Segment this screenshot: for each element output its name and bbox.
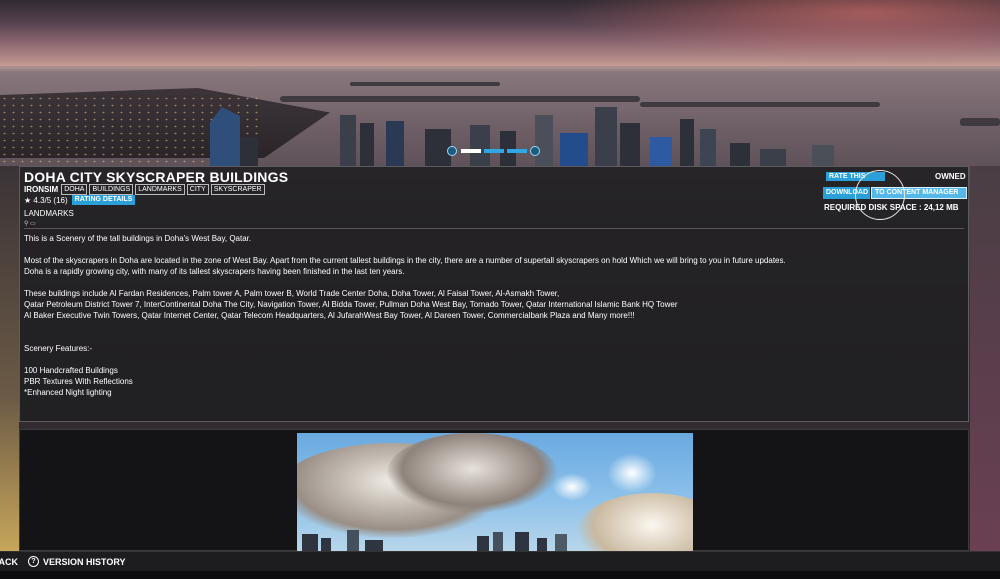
- features-heading: Scenery Features:-: [24, 344, 93, 353]
- cloud: [577, 493, 693, 552]
- description-buildings: Qatar Petroleum District Tower 7, InterC…: [24, 300, 678, 309]
- background-right: [970, 166, 1000, 551]
- island: [350, 82, 500, 86]
- tower: [535, 115, 553, 167]
- description-buildings: These buildings include Al Fardan Reside…: [24, 289, 560, 298]
- feature-item: *Enhanced Night lighting: [24, 388, 112, 397]
- tower: [210, 107, 240, 167]
- screenshot-gallery: [19, 429, 969, 552]
- product-title: DOHA CITY SKYSCRAPER BUILDINGS: [24, 169, 289, 185]
- gallery-building: [302, 534, 318, 552]
- tower: [360, 123, 374, 167]
- gallery-building: [347, 530, 359, 552]
- tower: [595, 107, 617, 167]
- gallery-building: [537, 538, 547, 552]
- gallery-building: [555, 534, 567, 552]
- tower: [240, 137, 258, 167]
- cloud: [552, 473, 592, 501]
- skyline: [200, 95, 860, 167]
- version-history-button[interactable]: ? VERSION HISTORY: [28, 556, 126, 567]
- product-details-panel: DOHA CITY SKYSCRAPER BUILDINGS IRONSIM D…: [19, 166, 969, 422]
- description-intro: This is a Scenery of the tall buildings …: [24, 234, 252, 243]
- gallery-building: [515, 532, 529, 552]
- cloud: [607, 453, 657, 493]
- pager-prev-knob[interactable]: [447, 146, 457, 156]
- description-paragraph: Most of the skyscrapers in Doha are loca…: [24, 256, 786, 265]
- tower: [650, 137, 672, 167]
- pager-dot[interactable]: [461, 149, 481, 153]
- tag-doha[interactable]: DOHA: [61, 184, 88, 195]
- divider: [24, 228, 964, 229]
- tower: [760, 149, 786, 167]
- tower: [386, 121, 404, 167]
- gallery-image[interactable]: [297, 433, 693, 552]
- tag-landmarks[interactable]: LANDMARKS: [135, 184, 185, 195]
- tower: [340, 115, 356, 167]
- tower: [560, 133, 588, 167]
- background-left: [0, 166, 19, 551]
- bottom-bar: BACK ? VERSION HISTORY: [0, 551, 1000, 572]
- tower: [812, 145, 834, 167]
- feature-item: PBR Textures With Reflections: [24, 377, 133, 386]
- tower: [680, 119, 694, 167]
- pager-next-knob[interactable]: [530, 146, 540, 156]
- category-icons: ⚲ ▭: [24, 221, 36, 227]
- product-meta: IRONSIM DOHA BUILDINGS LANDMARKS CITY SK…: [24, 184, 267, 195]
- rating-details-button[interactable]: RATING DETAILS: [71, 195, 136, 205]
- back-button[interactable]: BACK: [0, 557, 18, 567]
- category-label: LANDMARKS: [24, 209, 74, 218]
- tower: [700, 129, 716, 167]
- image-pager[interactable]: [447, 146, 542, 156]
- version-history-label: VERSION HISTORY: [43, 556, 126, 567]
- rating-row: ★ 4.3/5 (16) RATING DETAILS: [24, 195, 136, 205]
- tag-skyscraper[interactable]: SKYSCRAPER: [210, 184, 265, 195]
- owned-status: OWNED: [935, 172, 966, 181]
- footer-strip: [0, 571, 1000, 579]
- pager-dot[interactable]: [484, 149, 504, 153]
- tower: [620, 123, 640, 167]
- product-description: This is a Scenery of the tall buildings …: [24, 233, 954, 398]
- gallery-building: [321, 538, 331, 552]
- description-paragraph: Doha is a rapidly growing city, with man…: [24, 267, 405, 276]
- author-name: IRONSIM: [24, 185, 59, 194]
- island: [960, 118, 1000, 126]
- tower: [730, 143, 750, 167]
- tag-city[interactable]: CITY: [186, 184, 209, 195]
- pager-dot[interactable]: [507, 149, 527, 153]
- horizon: [0, 62, 1000, 72]
- gallery-building: [477, 536, 489, 552]
- cursor-highlight-ring: [855, 170, 905, 220]
- help-circle-icon: ?: [28, 556, 39, 567]
- gallery-building: [493, 532, 503, 552]
- description-buildings: Al Baker Executive Twin Towers, Qatar In…: [24, 311, 635, 320]
- sky-glow: [560, 0, 1000, 60]
- tag-buildings[interactable]: BUILDINGS: [89, 184, 134, 195]
- cloud: [387, 433, 557, 513]
- feature-item: 100 Handcrafted Buildings: [24, 366, 118, 375]
- rating-value: ★ 4.3/5 (16): [24, 195, 68, 205]
